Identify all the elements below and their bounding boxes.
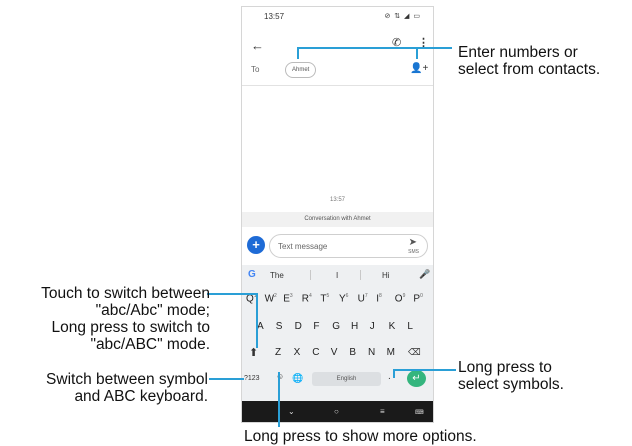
backspace-icon[interactable]: ⌫ [408,347,421,358]
key-d[interactable]: D [295,321,302,332]
key-a[interactable]: A [257,321,264,332]
space-bar[interactable]: English [312,372,381,386]
callout-line-text: Switch between symbol [46,371,208,388]
status-bar: 13:57 ⊘ ⇅ ◢ ▭ [242,7,433,25]
key-u[interactable]: U7 [358,293,368,304]
status-icons: ⊘ ⇅ ◢ ▭ [384,13,421,20]
phone-screen: 13:57 ⊘ ⇅ ◢ ▭ ← ✆ ⋮ To Ahmet 👤+ 13:57 Co… [241,6,434,423]
key-t[interactable]: T5 [320,293,329,304]
key-k[interactable]: K [389,321,396,332]
suggestion-item[interactable]: Hi [382,271,390,280]
suggestion-item[interactable]: The [270,271,284,280]
message-timestamp: 13:57 [329,197,345,203]
callout-line-text: Long press to [458,359,552,376]
status-time: 13:57 [264,12,285,21]
callout-line-text: Enter numbers or [458,44,578,61]
key-e[interactable]: E3 [283,293,292,304]
key-c[interactable]: C [312,347,319,358]
message-input[interactable]: Text message ➤ SMS [269,234,428,258]
key-p[interactable]: P0 [413,293,422,304]
key-b[interactable]: B [349,347,356,358]
recipient-chip[interactable]: Ahmet [285,62,317,78]
key-hint: 9 [402,293,406,299]
nav-back-icon[interactable]: ⌄ [288,407,295,416]
suggestion-strip: G The I Hi 🎤 [242,265,433,285]
key-m[interactable]: M [387,347,395,358]
key-hint: 5 [326,293,330,299]
key-hint: 8 [378,293,382,299]
key-v[interactable]: V [331,347,338,358]
key-z[interactable]: Z [275,347,281,358]
key-hint: 0 [420,293,423,299]
divider [242,85,433,86]
key-s[interactable]: S [276,321,283,332]
callout-symbols-switch: Switch between symbol and ABC keyboard. [46,371,208,405]
key-y[interactable]: Y6 [339,293,348,304]
key-l[interactable]: L [407,321,413,332]
callout-line-text: and ABC keyboard. [74,388,208,405]
key-w[interactable]: W2 [265,293,277,304]
send-sms-label: SMS [408,249,419,255]
key-n[interactable]: N [368,347,375,358]
key-hint: 2 [274,293,277,299]
callout-contacts: Enter numbers or select from contacts. [458,44,600,78]
attach-plus-button[interactable]: + [247,236,265,254]
callout-line-shift-down [256,293,258,348]
nav-recents-icon[interactable]: ≡ [380,407,385,416]
suggestion-item[interactable]: I [336,271,338,280]
to-label: To [251,65,260,74]
nav-bar: ⌄ ○ ≡ ⌨ [242,401,433,422]
message-placeholder: Text message [278,242,328,251]
google-icon[interactable]: G [248,269,256,280]
callout-shift: Touch to switch between "abc/Abc" mode; Lo… [41,285,210,353]
key-hint: 7 [364,293,368,299]
callout-long-press-options: Long press to show more options. [244,428,477,445]
key-i[interactable]: I8 [376,293,382,304]
symbol-switch-key[interactable]: ?123 [244,375,260,382]
enter-icon[interactable]: ↵ [407,370,426,387]
callout-line-text: "abc/ABC" mode. [90,336,210,353]
key-hint: 3 [289,293,293,299]
keyboard: G The I Hi 🎤 Q1W2E3R4T5Y6U7I8O9P0 ASDFGH… [242,265,433,401]
mic-icon[interactable]: 🎤 [419,269,430,280]
key-f[interactable]: F [313,321,319,332]
suggestion-divider [360,270,361,280]
arrow-left-icon[interactable]: ← [251,38,264,53]
key-x[interactable]: X [294,347,301,358]
send-icon[interactable]: ➤ [409,237,417,248]
suggestion-divider [310,270,311,280]
callout-long-press-symbols: Long press to select symbols. [458,359,564,393]
add-contact-icon[interactable]: 👤+ [410,63,428,74]
key-hint: 6 [345,293,349,299]
callout-line-contacts-tick [297,47,299,59]
callout-text: Touch to switch between "abc/Abc" mode; Lo… [41,285,210,353]
callout-line-contacts [297,47,452,49]
callout-line-text: Touch to switch between [41,285,210,302]
callout-line-shift [207,293,258,295]
callout-line-long-press-symbols-tick [393,369,395,378]
period-key[interactable]: . [388,371,391,382]
callout-text: Long press to select symbols. [458,359,564,393]
key-o[interactable]: O9 [395,293,406,304]
key-h[interactable]: H [351,321,358,332]
callout-line-text: "abc/Abc" mode; [95,302,210,319]
nav-keyboard-icon[interactable]: ⌨ [415,409,424,416]
globe-icon[interactable]: 🌐 [292,373,303,384]
callout-line-contacts-tick [416,47,418,59]
callout-line-long-press-symbols [393,369,456,371]
key-q[interactable]: Q1 [246,293,257,304]
key-hint: 4 [309,293,312,299]
callout-line-long-press-options [278,372,280,427]
key-r[interactable]: R4 [302,293,312,304]
callout-text: Enter numbers or select from contacts. [458,44,600,78]
conversation-banner: Conversation with Ahmet [242,212,433,227]
callout-line-text: select symbols. [458,376,564,393]
key-j[interactable]: J [370,321,375,332]
nav-home-icon[interactable]: ○ [334,407,339,416]
callout-line-symbols-switch [209,378,244,380]
key-g[interactable]: G [332,321,340,332]
callout-text: Switch between symbol and ABC keyboard. [46,371,208,405]
callout-line-text: select from contacts. [458,61,601,78]
callout-line-text: Long press to switch to [51,319,210,336]
